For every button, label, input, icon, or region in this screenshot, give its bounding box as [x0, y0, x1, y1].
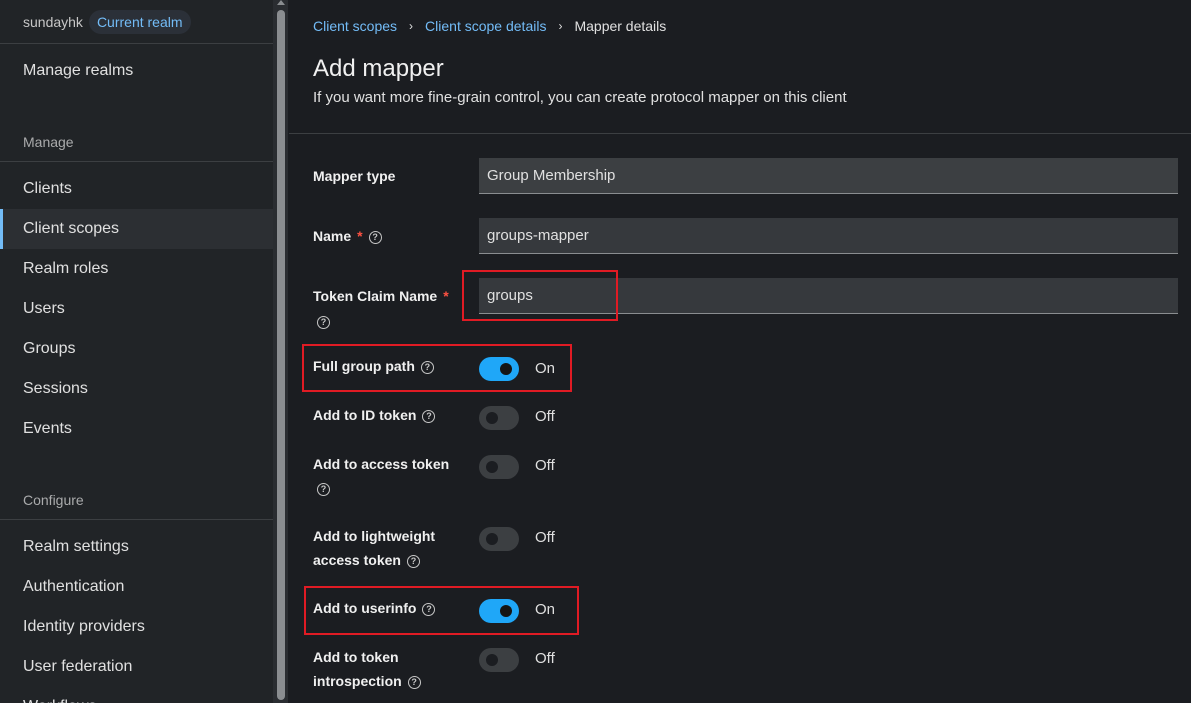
scroll-up-arrow-icon[interactable]	[277, 0, 285, 5]
sidebar-item-users[interactable]: Users	[0, 289, 273, 329]
section-manage-heading: Manage	[23, 134, 74, 150]
sidebar-item-manage-realms[interactable]: Manage realms	[0, 51, 273, 91]
help-icon[interactable]: ?	[368, 230, 382, 244]
add-to-access-token-label: Add to access token	[313, 452, 449, 476]
main-content: Client scopes › Client scope details › M…	[289, 0, 1191, 703]
breadcrumb-separator-icon: ›	[558, 19, 563, 33]
sidebar-item-clients[interactable]: Clients	[0, 169, 273, 209]
add-to-lightweight-label-line1: Add to lightweight	[313, 528, 436, 544]
name-label: Name *?	[313, 224, 382, 248]
help-icon[interactable]: ?	[406, 554, 420, 568]
add-to-id-token-state: Off	[535, 408, 555, 425]
add-to-access-token-label-text: Add to access token	[313, 456, 450, 472]
add-to-introspection-label-line1: Add to token	[313, 649, 399, 665]
sidebar-item-realm-settings[interactable]: Realm settings	[0, 527, 273, 567]
sidebar-scrollbar[interactable]	[273, 0, 288, 703]
breadcrumb-client-scope-details[interactable]: Client scope details	[425, 18, 546, 34]
help-icon[interactable]: ?	[407, 675, 421, 689]
sidebar-item-sessions[interactable]: Sessions	[0, 369, 273, 409]
help-icon[interactable]: ?	[317, 316, 330, 329]
page-description: If you want more fine-grain control, you…	[313, 89, 847, 106]
current-realm-badge: Current realm	[88, 9, 191, 34]
name-input[interactable]: groups-mapper	[479, 218, 1178, 254]
add-to-id-token-label-text: Add to ID token	[313, 407, 417, 423]
add-to-introspection-label-line2: introspection	[313, 673, 402, 689]
add-to-access-token-state: Off	[535, 457, 555, 474]
help-icon[interactable]: ?	[317, 483, 330, 496]
add-to-introspection-label: Add to token	[313, 645, 399, 669]
breadcrumb-separator-icon: ›	[409, 19, 414, 33]
mapper-type-label-text: Mapper type	[313, 168, 396, 184]
add-to-introspection-label-2: introspection?	[313, 669, 421, 693]
required-asterisk: *	[443, 288, 449, 304]
sidebar-item-authentication[interactable]: Authentication	[0, 567, 273, 607]
breadcrumb-current: Mapper details	[574, 18, 667, 34]
mapper-form: Mapper type Group Membership Name *? grou…	[289, 135, 1191, 703]
realm-name: sundayhk	[23, 13, 83, 30]
divider	[0, 161, 273, 162]
add-to-introspection-state: Off	[535, 650, 555, 667]
add-to-introspection-toggle[interactable]	[479, 648, 519, 672]
add-to-access-token-toggle[interactable]	[479, 455, 519, 479]
add-to-lightweight-label-line2: access token	[313, 552, 401, 568]
toggle-knob	[486, 461, 498, 473]
divider	[0, 519, 273, 520]
highlight-box	[302, 344, 572, 392]
toggle-knob	[486, 533, 498, 545]
add-to-lightweight-label-2: access token?	[313, 548, 420, 572]
toggle-knob	[486, 654, 498, 666]
highlight-box	[462, 270, 618, 321]
realm-selector[interactable]: sundayhk Current realm	[0, 0, 273, 44]
sidebar-item-client-scopes[interactable]: Client scopes	[0, 209, 273, 249]
name-label-text: Name	[313, 228, 352, 244]
token-claim-name-label-text: Token Claim Name	[313, 288, 438, 304]
add-to-lightweight-state: Off	[535, 529, 555, 546]
toggle-knob	[486, 412, 498, 424]
highlight-box	[304, 586, 579, 635]
sidebar-item-realm-roles[interactable]: Realm roles	[0, 249, 273, 289]
sidebar-item-workflows[interactable]: Workflows	[0, 687, 273, 703]
add-to-id-token-label: Add to ID token?	[313, 403, 436, 427]
section-configure-heading: Configure	[23, 492, 84, 508]
scroll-thumb[interactable]	[277, 10, 285, 700]
add-to-lightweight-label: Add to lightweight	[313, 524, 435, 548]
mapper-type-label: Mapper type	[313, 164, 395, 188]
page-header: Client scopes › Client scope details › M…	[289, 0, 1191, 134]
add-to-id-token-toggle[interactable]	[479, 406, 519, 430]
token-claim-name-label: Token Claim Name *	[313, 284, 449, 308]
sidebar: sundayhk Current realm Manage realms Man…	[0, 0, 273, 703]
sidebar-item-groups[interactable]: Groups	[0, 329, 273, 369]
page-title: Add mapper	[313, 55, 444, 82]
required-asterisk: *	[357, 228, 363, 244]
help-icon[interactable]: ?	[422, 409, 436, 423]
breadcrumb-client-scopes[interactable]: Client scopes	[313, 18, 397, 34]
sidebar-item-user-federation[interactable]: User federation	[0, 647, 273, 687]
breadcrumb: Client scopes › Client scope details › M…	[313, 18, 666, 34]
sidebar-item-identity-providers[interactable]: Identity providers	[0, 607, 273, 647]
add-to-lightweight-toggle[interactable]	[479, 527, 519, 551]
sidebar-item-events[interactable]: Events	[0, 409, 273, 449]
mapper-type-field: Group Membership	[479, 158, 1178, 194]
